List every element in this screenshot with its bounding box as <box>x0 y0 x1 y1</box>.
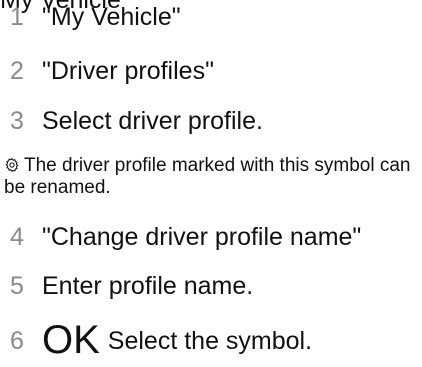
step-2: 2 "Driver profiles" <box>10 56 214 86</box>
step-number: 6 <box>10 327 24 355</box>
step-6: 6 OK Select the symbol. <box>10 320 313 360</box>
note-paragraph: The driver profile marked with this symb… <box>4 155 419 199</box>
step-1: 1 "My Vehicle" <box>10 2 181 32</box>
step-text: Enter profile name. <box>42 272 254 300</box>
step-number: 3 <box>10 107 24 135</box>
gear-icon <box>5 157 19 173</box>
step-text: "My Vehicle" <box>42 3 181 31</box>
step-text: "Change driver profile name" <box>42 223 362 251</box>
ok-symbol: OK <box>42 318 100 362</box>
step-3: 3 Select driver profile. <box>10 106 263 136</box>
step-4: 4 "Change driver profile name" <box>10 222 361 252</box>
step-number: 4 <box>10 223 24 251</box>
step-number: 5 <box>10 272 24 300</box>
step-text: Select driver profile. <box>42 107 263 135</box>
step-number: 1 <box>10 3 24 31</box>
step-5: 5 Enter profile name. <box>10 271 253 301</box>
step-text: Select the symbol. <box>107 327 313 355</box>
step-number: 2 <box>10 57 24 85</box>
note-text: The driver profile marked with this symb… <box>4 155 411 198</box>
step-text: "Driver profiles" <box>42 57 214 85</box>
